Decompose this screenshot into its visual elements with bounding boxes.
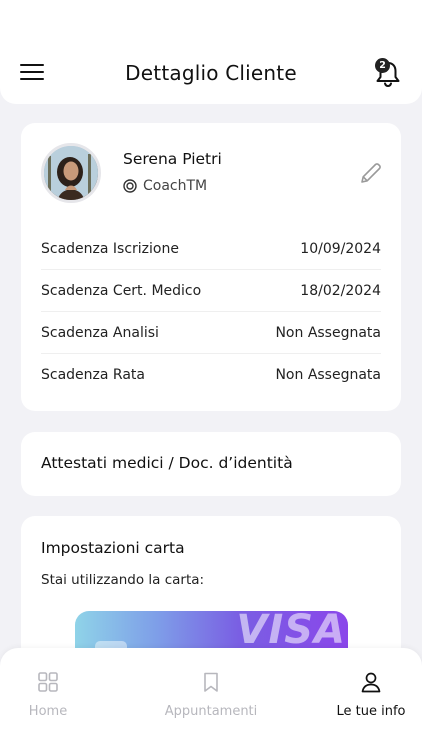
edit-button[interactable] (357, 161, 383, 187)
tab-label: Home (28, 704, 68, 719)
grid-icon (38, 672, 58, 692)
pencil-icon (361, 163, 381, 183)
bottom-tab-bar: Home Appuntamenti Le tue info (0, 648, 422, 750)
tab-appuntamenti[interactable]: Appuntamenti (141, 670, 281, 719)
info-value: 10/09/2024 (300, 240, 381, 257)
avatar (41, 143, 101, 203)
info-row-rata: Scadenza Rata Non Assegnata (41, 354, 381, 396)
info-value: 18/02/2024 (300, 282, 381, 299)
documents-title: Attestati medici / Doc. d’identità (41, 454, 293, 472)
user-icon (361, 672, 381, 693)
target-icon (123, 179, 137, 193)
info-row-iscrizione: Scadenza Iscrizione 10/09/2024 (41, 228, 381, 270)
avatar-photo (44, 146, 98, 200)
visa-logo: VISA (236, 611, 346, 653)
client-name: Serena Pietri (123, 150, 222, 168)
info-label: Scadenza Cert. Medico (41, 282, 202, 299)
client-profile-card: Serena Pietri CoachTM Scadenza Iscrizion… (21, 123, 401, 411)
info-label: Scadenza Iscrizione (41, 240, 179, 257)
info-label: Scadenza Rata (41, 367, 145, 383)
notifications-button[interactable]: 2 (372, 58, 404, 88)
documents-card[interactable]: Attestati medici / Doc. d’identità (21, 432, 401, 496)
tab-label: Le tue info (336, 704, 406, 719)
info-value: Non Assegnata (275, 324, 381, 341)
bookmark-icon (204, 672, 218, 692)
tab-le-tue-info[interactable]: Le tue info (301, 670, 422, 719)
info-row-analisi: Scadenza Analisi Non Assegnata (41, 312, 381, 354)
coach-row: CoachTM (123, 178, 207, 194)
top-app-bar: Dettaglio Cliente 2 (0, 0, 422, 104)
info-label: Scadenza Analisi (41, 324, 159, 341)
notification-badge: 2 (375, 58, 390, 73)
tab-home[interactable]: Home (0, 670, 118, 719)
info-value: Non Assegnata (275, 367, 381, 383)
payment-subtitle: Stai utilizzando la carta: (41, 572, 205, 588)
page-title: Dettaglio Cliente (125, 61, 297, 85)
info-row-cert-medico: Scadenza Cert. Medico 18/02/2024 (41, 270, 381, 312)
payment-title: Impostazioni carta (41, 539, 185, 557)
tab-label: Appuntamenti (164, 704, 258, 719)
coach-name: CoachTM (143, 178, 208, 194)
